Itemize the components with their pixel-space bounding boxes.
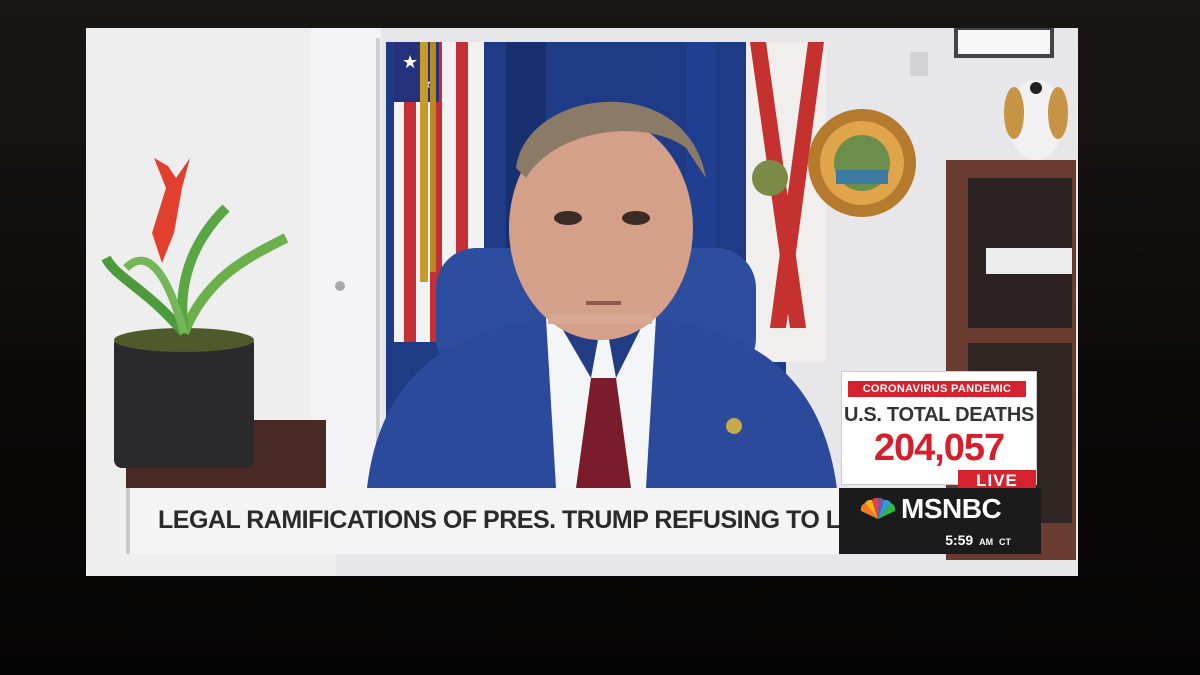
lower-third: LEGAL RAMIFICATIONS OF PRES. TRUMP REFUS… [126, 488, 1007, 554]
florida-flag [746, 42, 826, 362]
clock: 5:59 AM CT [945, 532, 1011, 548]
clock-ampm: AM [979, 537, 994, 547]
light-switch [910, 52, 928, 76]
clock-tz: CT [999, 537, 1011, 547]
stat-box: CORONAVIRUS PANDEMIC U.S. TOTAL DEATHS 2… [842, 372, 1036, 484]
peacock-icon [860, 497, 896, 519]
stat-value: 204,057 [873, 427, 1005, 469]
clock-time: 5:59 [945, 532, 974, 548]
florida-seal [808, 109, 916, 217]
stat-kicker: CORONAVIRUS PANDEMIC [848, 381, 1026, 397]
network-name: MSNBC [901, 493, 1002, 524]
tv-screen: ★ ★ [86, 28, 1078, 576]
network-brand: MSNBC [859, 493, 1002, 524]
door-knob [335, 281, 345, 291]
picture-frame [954, 28, 1054, 58]
svg-text:★: ★ [402, 52, 418, 73]
network-block: MSNBC 5:59 AM CT [839, 488, 1041, 554]
stat-label: U.S. TOTAL DEATHS [843, 404, 1035, 426]
